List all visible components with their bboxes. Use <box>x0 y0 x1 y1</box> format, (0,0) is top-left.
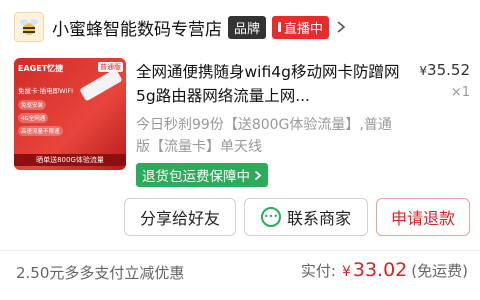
product-card[interactable]: EAGET忆捷 普通版 免拔卡·插电即WIFI 免驱安装 4G全网通 高速流量不… <box>14 58 474 198</box>
share-button[interactable]: 分享给好友 <box>124 198 236 236</box>
chevron-right-icon[interactable] <box>335 20 347 34</box>
guarantee-label: 退货包运费保障中 <box>142 169 250 185</box>
share-button-label: 分享给好友 <box>139 209 220 228</box>
product-image[interactable]: EAGET忆捷 普通版 免拔卡·插电即WIFI 免驱安装 4G全网通 高速流量不… <box>14 58 126 170</box>
contact-button-label: 联系商家 <box>286 209 351 228</box>
paid-amount: 33.02 <box>352 259 408 281</box>
paid-label: 实付: <box>300 262 336 280</box>
live-badge-label: 直播中 <box>284 21 324 37</box>
live-badge[interactable]: 直播中 <box>272 15 330 39</box>
refund-button[interactable]: 申请退款 <box>376 198 470 236</box>
store-logo-icon <box>14 12 44 42</box>
product-variant: 今日秒刹99份【送800G体验流量】,普通版【流量卡】单天线 <box>136 117 392 155</box>
product-price: ¥35.52 <box>419 61 470 79</box>
refund-button-label: 申请退款 <box>390 209 455 228</box>
product-title[interactable]: 全网通便携随身wifi4g移动网卡防蹭网5g路由器网络流量上网... <box>136 60 406 108</box>
store-name: 小蜜蜂智能数码专营店 <box>52 19 222 40</box>
chevron-right-icon <box>254 170 262 180</box>
divider <box>0 250 480 251</box>
image-bottom-banner: 晒单送800G体验流量 <box>14 154 126 166</box>
chat-icon: ••• <box>260 207 281 227</box>
paid-note: (免运费) <box>411 262 468 280</box>
product-quantity: ×1 <box>450 85 470 100</box>
live-icon <box>278 22 282 32</box>
paid-total: 实付: ¥ 33.02 (免运费) <box>301 259 468 281</box>
payment-discount: 2.50元多多支付立减优惠 <box>16 264 185 282</box>
paid-currency: ¥ <box>341 264 351 280</box>
contact-merchant-button[interactable]: ••• 联系商家 <box>244 198 368 236</box>
guarantee-badge[interactable]: 退货包运费保障中 <box>136 163 268 187</box>
store-header[interactable]: 小蜜蜂智能数码专营店 品牌 直播中 <box>0 0 480 54</box>
usb-stick-illustration <box>79 68 123 102</box>
price-value: 35.52 <box>427 61 470 79</box>
brand-badge: 品牌 <box>228 15 267 39</box>
image-brand: EAGET忆捷 <box>18 64 64 73</box>
image-subtitle: 免拔卡·插电即WIFI <box>18 87 74 95</box>
order-detail-page: 小蜜蜂智能数码专营店 品牌 直播中 EAGET忆捷 普通版 免拔卡·插电即WIF… <box>0 0 480 300</box>
image-feature: 免驱安装 <box>18 100 47 110</box>
price-currency: ¥ <box>419 64 428 78</box>
image-feature: 4G全网通 <box>18 113 49 123</box>
image-feature: 高速流量不限速 <box>18 126 63 136</box>
